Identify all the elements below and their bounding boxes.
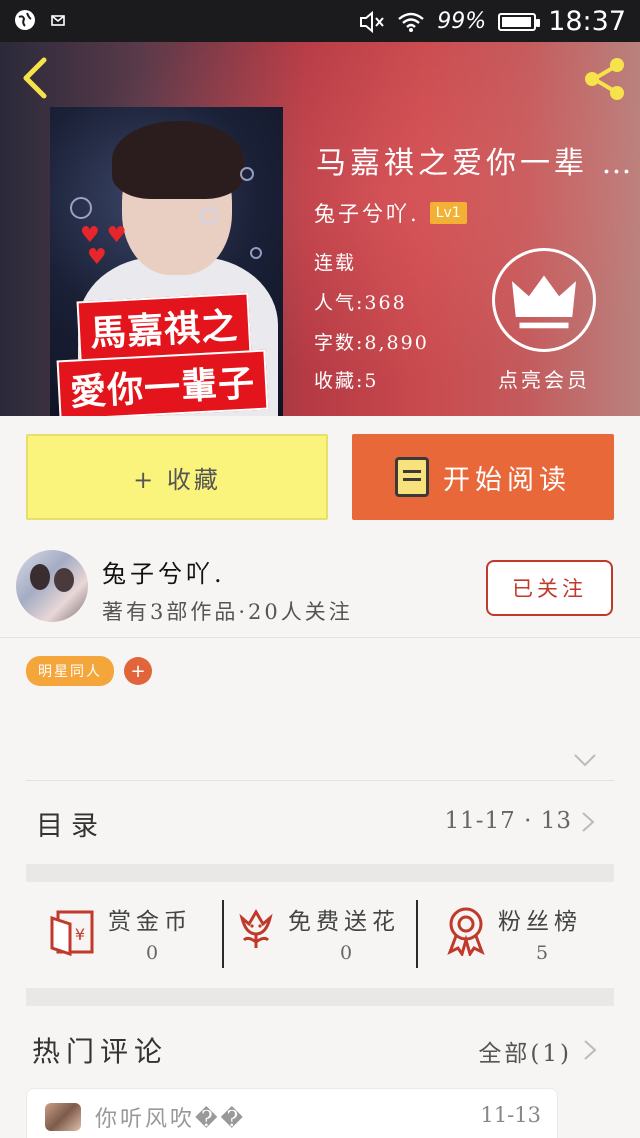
wifi-icon — [398, 12, 425, 32]
add-tag-button[interactable]: + — [124, 657, 152, 685]
divider — [26, 780, 614, 781]
avatar[interactable] — [16, 550, 88, 622]
header-author-name[interactable]: 兔子兮吖. — [314, 198, 420, 228]
section-divider — [26, 864, 614, 882]
add-favorite-button[interactable]: + 收藏 — [26, 434, 328, 520]
popularity: 人气:368 — [314, 292, 407, 314]
book-icon — [395, 457, 429, 497]
globe-icon — [15, 10, 35, 30]
comment-author: 你听风吹�� — [95, 1107, 247, 1132]
chevron-right-icon[interactable] — [582, 1038, 598, 1062]
comment-card[interactable]: 你听风吹�� 11-13 — [26, 1088, 558, 1138]
start-reading-button[interactable]: 开始阅读 — [352, 434, 614, 520]
author-stats: 著有3部作品·20人关注 — [102, 600, 353, 624]
reward-count: 5 — [536, 942, 549, 964]
follow-label: 已关注 — [512, 577, 587, 601]
reward-fan-rank[interactable]: 粉丝榜 5 — [418, 882, 614, 988]
reward-count: 0 — [146, 942, 159, 964]
heart-icon: ♥ ♥ ♥ — [80, 223, 127, 270]
svg-text:¥: ¥ — [75, 925, 85, 944]
book-header: ♥ ♥ ♥ 馬嘉祺之 愛你一輩子 马嘉祺之爱你一辈 … 兔子兮吖. Lv1 连载… — [0, 42, 640, 416]
header-author[interactable]: 兔子兮吖. Lv1 — [314, 198, 467, 228]
battery-percent: 99% — [437, 9, 487, 34]
medal-icon — [447, 907, 485, 956]
crown-icon[interactable] — [492, 248, 596, 352]
flower-icon — [239, 909, 273, 948]
all-comments-link[interactable]: 全部(1) — [478, 1034, 572, 1068]
reward-count: 0 — [340, 942, 353, 964]
avatar[interactable] — [45, 1103, 81, 1131]
catalog-row[interactable]: 目录 11-17 · 13 — [26, 782, 614, 864]
status-bar: 99% 18:37 — [0, 0, 640, 42]
battery-icon — [498, 12, 541, 31]
tag-item[interactable]: 明星同人 — [26, 656, 114, 686]
clock: 18:37 — [548, 6, 626, 37]
word-count: 字数:8,890 — [314, 332, 429, 354]
mute-icon — [360, 10, 385, 33]
reward-flowers[interactable]: 免费送花 0 — [224, 882, 420, 988]
red-envelope-icon: ¥ — [50, 910, 94, 956]
vip-button-label[interactable]: 点亮会员 — [488, 364, 600, 393]
chevron-left-icon[interactable] — [16, 56, 56, 100]
reward-label: 粉丝榜 — [498, 909, 582, 935]
catalog-label: 目录 — [36, 811, 106, 842]
serial-status: 连载 — [314, 252, 357, 274]
catalog-update-date: 11-17 · 13 — [444, 808, 572, 834]
favorite-count: 收藏:5 — [314, 370, 379, 392]
chevron-right-icon — [582, 812, 595, 832]
share-icon[interactable] — [580, 54, 630, 104]
level-badge: Lv1 — [429, 202, 467, 224]
add-favorite-label: + 收藏 — [133, 465, 221, 494]
book-title: 马嘉祺之爱你一辈 … — [316, 146, 632, 181]
reward-label: 赏金币 — [108, 909, 192, 935]
start-reading-label: 开始阅读 — [443, 464, 571, 496]
author-name[interactable]: 兔子兮吖. — [102, 554, 226, 589]
follow-button[interactable]: 已关注 — [486, 560, 613, 616]
author-card[interactable]: 兔子兮吖. 著有3部作品·20人关注 已关注 — [0, 538, 640, 638]
reward-coins[interactable]: ¥ 赏金币 0 — [26, 882, 222, 988]
chevron-down-icon[interactable] — [572, 752, 598, 768]
book-cover[interactable]: ♥ ♥ ♥ 馬嘉祺之 愛你一輩子 — [50, 107, 283, 416]
rewards-row: ¥ 赏金币 0 免费送花 0 粉丝榜 5 — [26, 882, 614, 988]
reward-label: 免费送花 — [288, 909, 400, 935]
section-divider — [26, 988, 614, 1006]
cover-title-line2: 愛你一輩子 — [56, 349, 269, 416]
comment-date: 11-13 — [480, 1103, 541, 1127]
tag-list: 明星同人 + — [26, 656, 152, 686]
hot-comments-title: 热门评论 — [32, 1035, 169, 1068]
notification-icon — [51, 15, 65, 26]
